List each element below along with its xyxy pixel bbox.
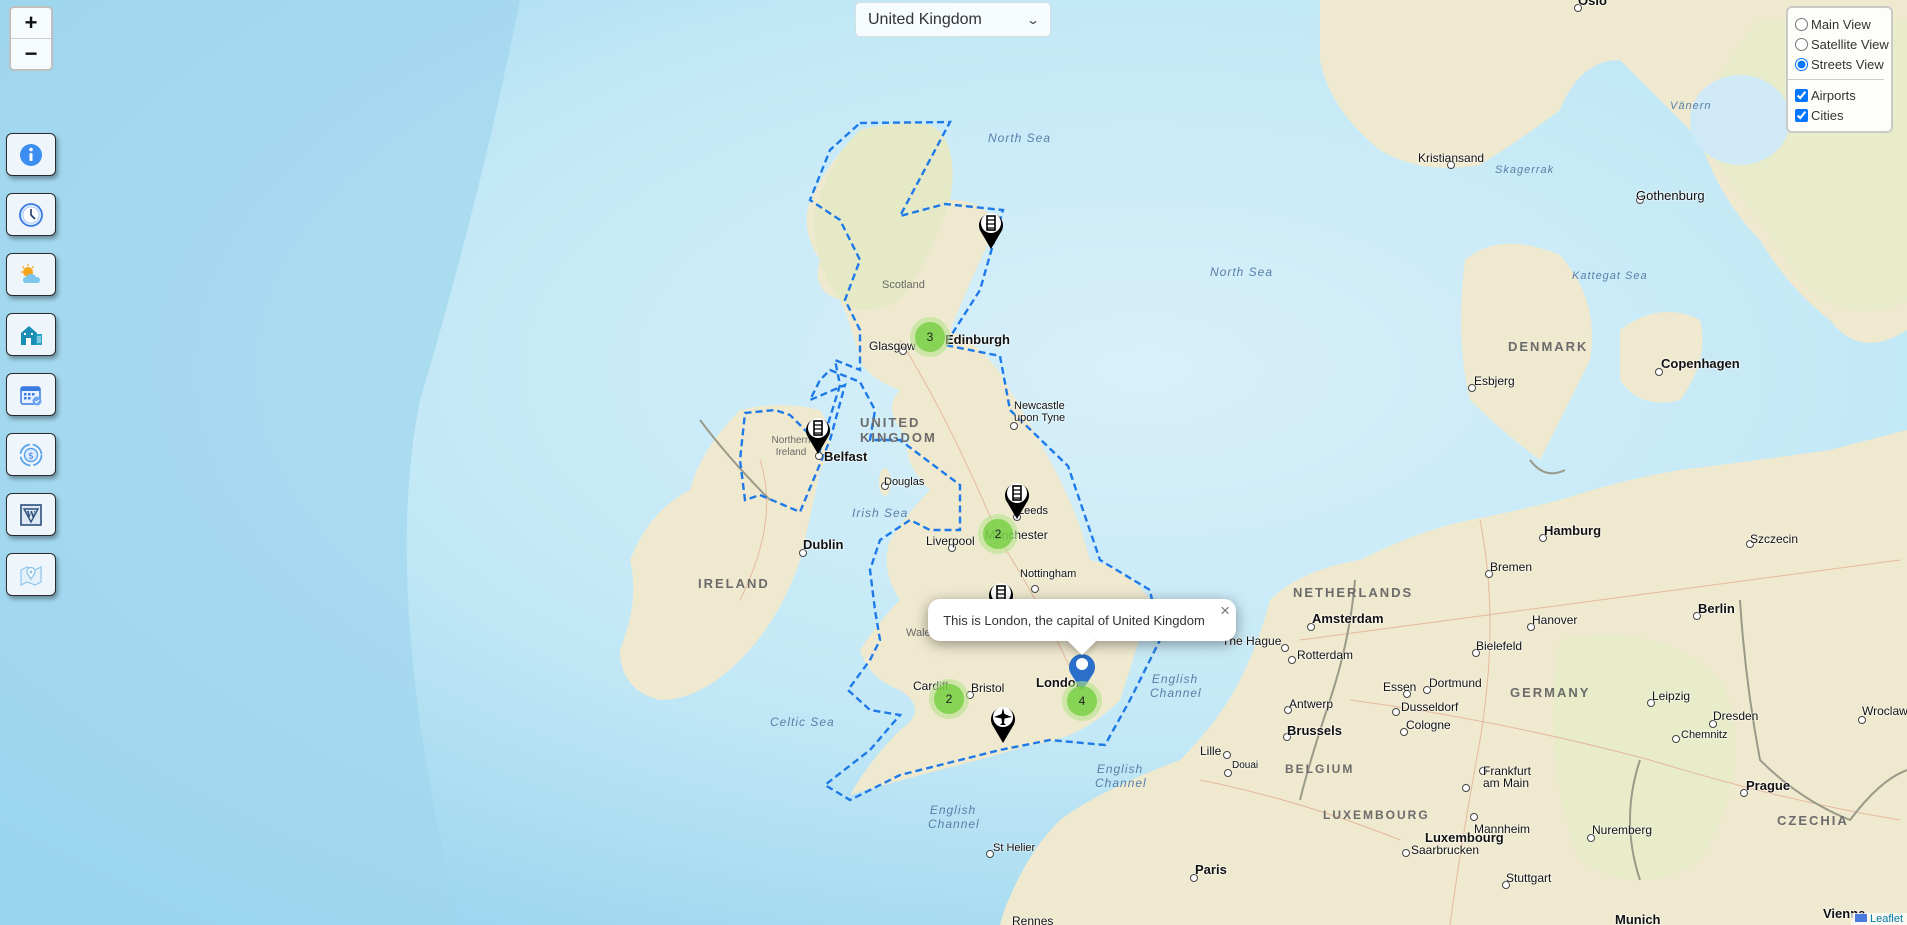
clock-icon [19,202,43,227]
marker-cluster[interactable]: 3 [910,317,950,357]
zoom-in-button[interactable]: + [11,8,51,39]
attribution[interactable]: Leaflet [1850,913,1907,925]
marker-cluster[interactable]: 4 [1062,681,1102,721]
popup-text: This is London, the capital of United Ki… [943,612,1205,628]
currency-exchange-icon: $ [19,443,43,466]
currency-button[interactable]: $ [6,433,56,476]
country-select[interactable]: United Kingdom ⌄ [855,2,1051,37]
svg-text:$: $ [28,451,34,461]
info-button[interactable] [6,133,56,176]
calendar-icon [20,385,42,405]
marker-cluster[interactable]: 2 [929,679,969,719]
basemap [0,0,1907,925]
map-canvas[interactable]: North Sea North Sea Irish Sea Celtic Sea… [0,0,1907,925]
city-marker-aberdeen[interactable] [976,208,1006,250]
buildings-button[interactable] [6,313,56,356]
airport-marker[interactable] [988,702,1018,744]
map-pin-icon [20,565,42,586]
weather-button[interactable] [6,253,56,296]
city-marker-belfast[interactable] [803,413,833,455]
layer-separator [1788,79,1884,80]
time-button[interactable] [6,193,56,236]
wikipedia-icon: W [20,503,42,526]
popup-close-button[interactable]: × [1220,601,1230,621]
svg-text:W: W [26,509,37,519]
country-select-value: United Kingdom [868,10,982,28]
marker-cluster[interactable]: 2 [978,514,1018,554]
zoom-out-button[interactable]: − [11,39,51,69]
sidebar: $ W [6,133,56,613]
chevron-down-icon: ⌄ [1025,12,1041,27]
zoom-control: + − [9,6,53,71]
map-location-button[interactable] [6,553,56,596]
city-marker-leeds[interactable] [1002,478,1032,520]
layer-satellite-view-radio[interactable] [1795,37,1808,51]
overlay-cities[interactable]: Cities [1795,105,1891,125]
info-icon [20,143,42,166]
layer-control: Main View Satellite View Streets View Ai… [1786,6,1893,133]
flag-icon [1854,914,1867,922]
london-popup: This is London, the capital of United Ki… [928,599,1236,656]
layer-streets-view[interactable]: Streets View [1795,54,1891,74]
calendar-button[interactable] [6,373,56,416]
wikipedia-button[interactable]: W [6,493,56,536]
layer-streets-view-radio[interactable] [1795,57,1808,71]
overlay-airports-checkbox[interactable] [1795,88,1808,102]
overlay-airports[interactable]: Airports [1795,85,1891,105]
overlay-cities-checkbox[interactable] [1795,108,1808,122]
layer-main-view[interactable]: Main View [1795,14,1891,34]
weather-icon [21,263,40,283]
layer-main-view-radio[interactable] [1795,17,1808,31]
buildings-icon [21,325,42,345]
layer-satellite-view[interactable]: Satellite View [1795,34,1891,54]
